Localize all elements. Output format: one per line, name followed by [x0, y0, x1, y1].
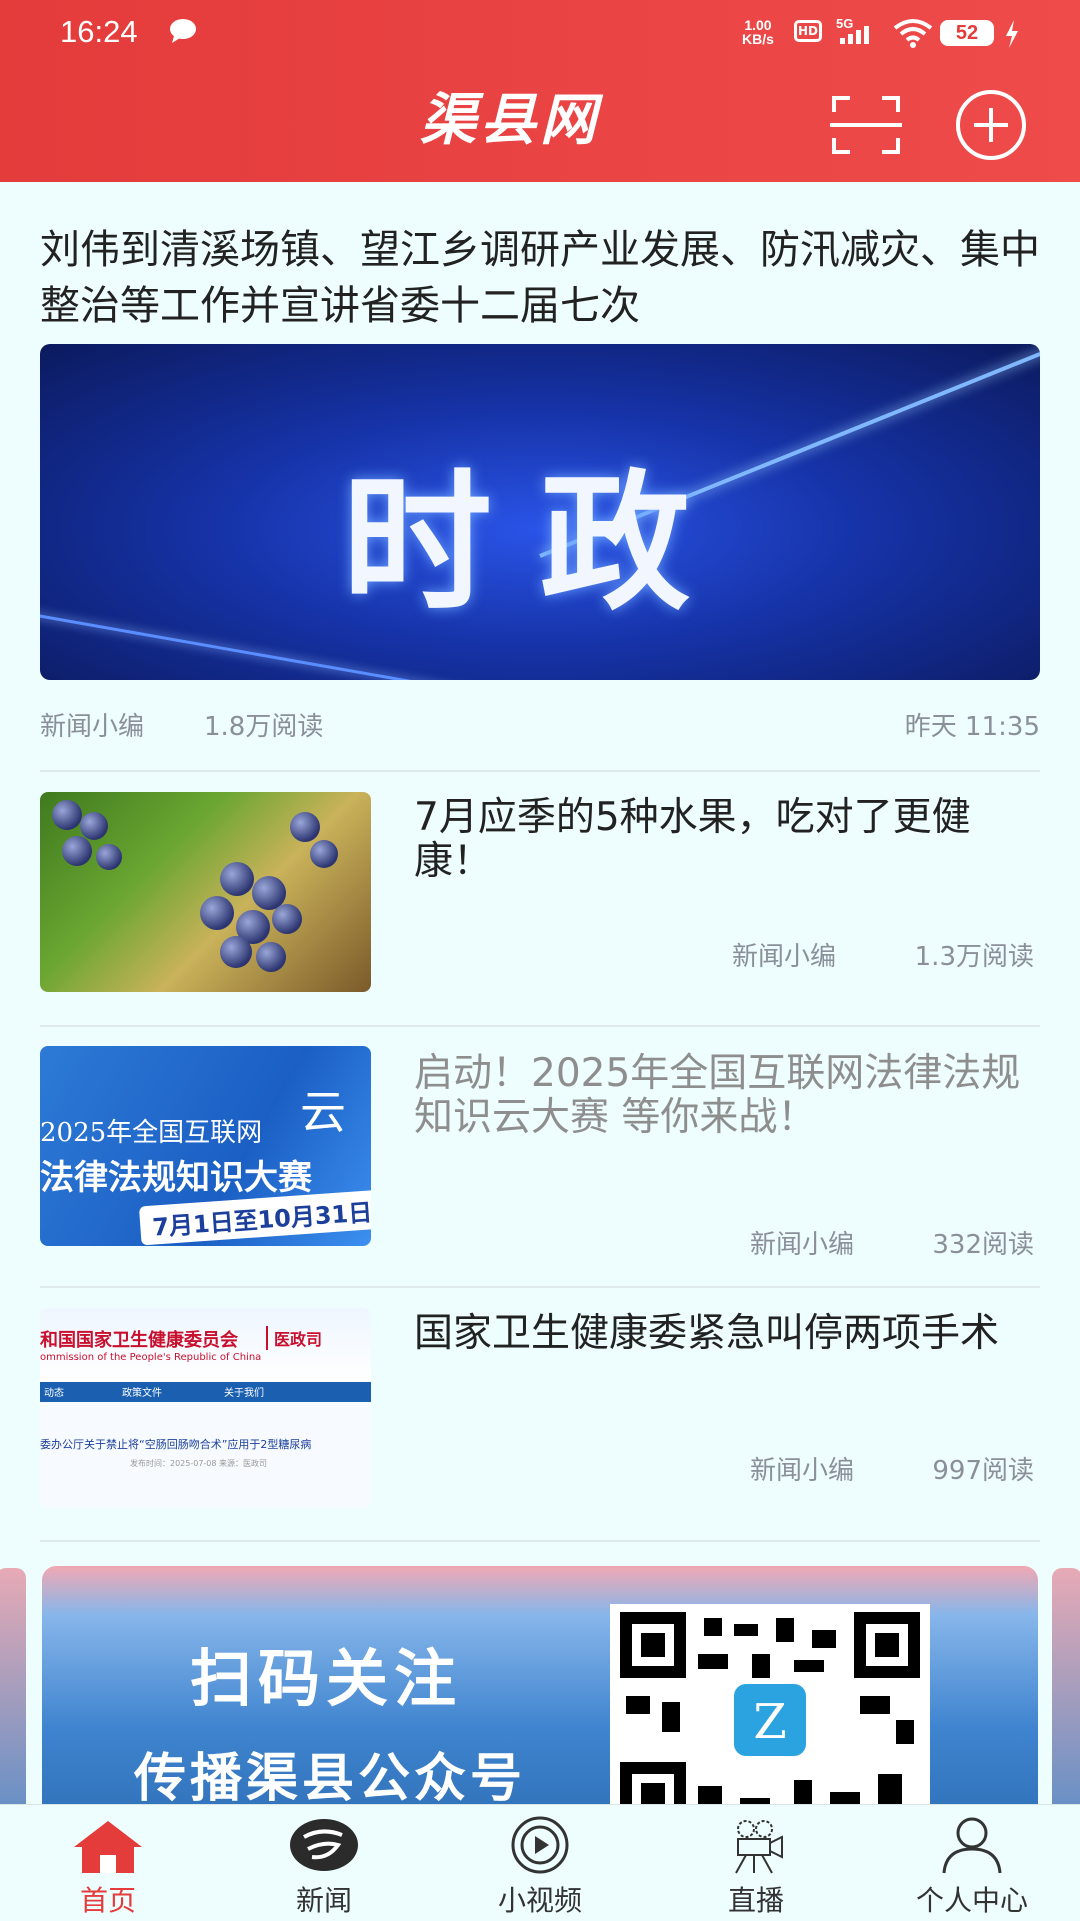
app-header: 16:24 1.00 KB/s HD 5G 52 渠县网	[0, 0, 1080, 182]
article-title[interactable]: 国家卫生健康委紧急叫停两项手术	[414, 1312, 1034, 1356]
banner-carousel[interactable]: 扫码关注 传播渠县公众号 Z	[0, 1564, 1080, 1804]
tab-label: 小视频	[497, 1884, 582, 1917]
home-icon	[74, 1821, 142, 1873]
lead-article-title[interactable]: 刘伟到清溪场镇、望江乡调研产业发展、防汛减灾、集中整治等工作并宣讲省委十二届七次	[40, 222, 1040, 334]
hd-badge: HD	[794, 20, 822, 42]
scan-icon[interactable]	[830, 94, 902, 156]
tab-label: 首页	[79, 1884, 136, 1917]
lead-image-text: 时政	[341, 455, 738, 631]
charging-icon	[1006, 20, 1018, 48]
lead-article-image[interactable]: 时政	[40, 344, 1040, 680]
divider	[40, 1540, 1040, 1542]
article-reads: 332阅读	[932, 1230, 1034, 1260]
article-reads: 997阅读	[932, 1456, 1034, 1486]
message-icon	[170, 19, 196, 43]
article-thumbnail[interactable]	[40, 792, 371, 992]
divider	[40, 770, 1040, 772]
article-thumbnail[interactable]: 和国国家卫生健康委员会 医政司 ommission of the People'…	[40, 1308, 371, 1508]
banner-line2: 传播渠县公众号	[134, 1748, 527, 1804]
wifi-icon	[893, 19, 933, 48]
tab-home[interactable]: 首页	[0, 1805, 216, 1921]
bottom-tab-bar: 首页 新闻 小视频 直播 个人中心	[0, 1804, 1080, 1921]
news-logo-icon	[290, 1819, 358, 1871]
article-author: 新闻小编	[750, 1456, 855, 1486]
status-time: 16:24	[60, 14, 138, 49]
banner-next-peek[interactable]	[1052, 1568, 1080, 1804]
tab-label: 新闻	[295, 1884, 352, 1917]
qr-code: Z	[610, 1604, 930, 1804]
divider	[40, 1025, 1040, 1027]
tab-short-video[interactable]: 小视频	[432, 1805, 648, 1921]
lead-article-time: 昨天 11:35	[904, 712, 1040, 742]
lead-article-author: 新闻小编	[40, 712, 145, 742]
tab-live[interactable]: 直播	[648, 1805, 864, 1921]
svg-text:Z: Z	[753, 1694, 786, 1750]
tab-label: 直播	[727, 1884, 784, 1917]
article-author: 新闻小编	[732, 942, 837, 972]
divider	[40, 1286, 1040, 1288]
lead-article-reads: 1.8万阅读	[204, 712, 324, 742]
net-speed: 1.00 KB/s	[742, 17, 774, 47]
camera-icon	[735, 1820, 783, 1874]
app-logo: 渠县网	[420, 87, 600, 153]
article-title[interactable]: 7月应季的5种水果，吃对了更健康！	[414, 796, 1034, 884]
banner-slide[interactable]: 扫码关注 传播渠县公众号 Z	[42, 1566, 1038, 1804]
article-thumbnail[interactable]: 云 2025年全国互联网 法律法规知识大赛 7月1日至10月31日	[40, 1046, 371, 1246]
svg-text:5G: 5G	[836, 16, 853, 31]
article-title[interactable]: 启动！2025年全国互联网法律法规知识云大赛 等你来战！	[414, 1052, 1034, 1140]
article-reads: 1.3万阅读	[914, 942, 1034, 972]
user-icon	[942, 1817, 1002, 1874]
battery-indicator: 52	[940, 20, 994, 46]
signal-5g-icon: 5G	[836, 16, 869, 44]
article-author: 新闻小编	[750, 1230, 855, 1260]
banner-prev-peek[interactable]	[0, 1568, 26, 1804]
add-icon[interactable]	[952, 90, 1030, 160]
tab-label: 个人中心	[915, 1884, 1028, 1917]
banner-line1: 扫码关注	[190, 1642, 463, 1715]
status-bar: 16:24 1.00 KB/s HD 5G 52	[0, 0, 1080, 70]
play-icon	[511, 1816, 569, 1874]
tab-profile[interactable]: 个人中心	[864, 1805, 1080, 1921]
tab-news[interactable]: 新闻	[216, 1805, 432, 1921]
